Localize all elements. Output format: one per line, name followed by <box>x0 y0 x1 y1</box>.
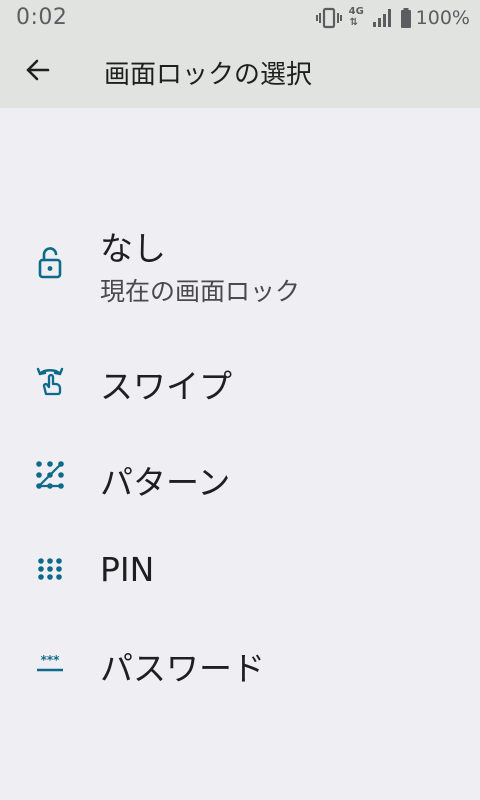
unlock-icon <box>33 246 67 280</box>
option-password-label: パスワード <box>100 649 265 688</box>
status-time: 0:02 <box>16 5 68 30</box>
pin-icon <box>33 554 67 588</box>
option-none-label: なし <box>100 229 166 268</box>
option-pattern-label: パターン <box>100 463 231 502</box>
page-title: 画面ロックの選択 <box>104 60 313 90</box>
back-arrow-icon <box>25 57 51 87</box>
svg-text:***: *** <box>41 653 61 667</box>
status-bar: 0:02 4G ⇅ 100% <box>0 0 480 36</box>
option-swipe-label: スワイプ <box>100 367 232 406</box>
status-icons: 4G ⇅ 100% <box>315 6 470 30</box>
pattern-icon <box>33 458 67 492</box>
screen: 0:02 4G ⇅ 100% 画面ロックの選択 なし 現在の画面ロック スワイプ… <box>0 0 480 800</box>
battery-icon <box>400 8 412 28</box>
password-icon: *** <box>33 646 67 680</box>
network-4g-icon: 4G ⇅ <box>348 6 364 28</box>
option-pin[interactable]: PIN <box>0 532 480 612</box>
signal-icon <box>372 8 394 28</box>
option-pin-label: PIN <box>100 550 155 589</box>
app-bar: 画面ロックの選択 <box>0 36 480 108</box>
option-pattern[interactable]: パターン <box>0 438 480 518</box>
option-password[interactable]: *** パスワード <box>0 626 480 706</box>
vibrate-icon <box>315 7 342 29</box>
option-none-summary: 現在の画面ロック <box>100 277 301 306</box>
option-swipe[interactable]: スワイプ <box>0 342 480 422</box>
option-none[interactable]: なし 現在の画面ロック <box>0 212 480 322</box>
back-button[interactable] <box>14 48 62 96</box>
battery-percent: 100% <box>415 7 470 29</box>
swipe-icon <box>33 364 67 398</box>
